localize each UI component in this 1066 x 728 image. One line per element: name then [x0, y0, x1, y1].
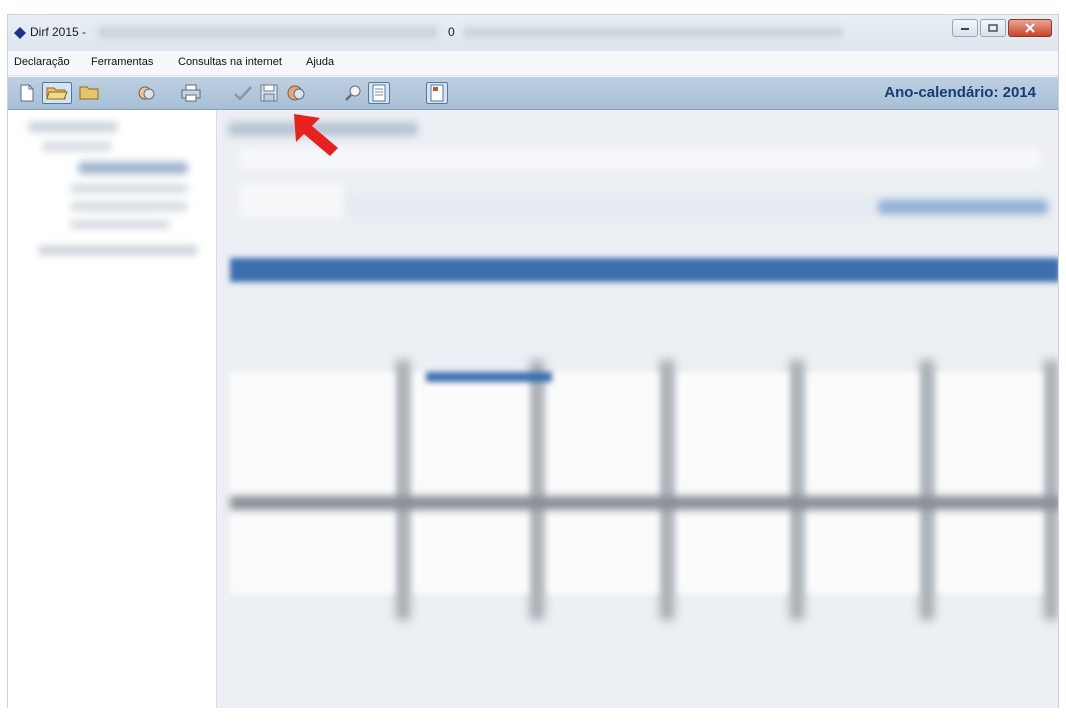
menu-ajuda[interactable]: Ajuda — [306, 56, 334, 68]
table-column-separator — [1044, 360, 1058, 620]
receipt-button[interactable] — [426, 82, 448, 104]
window-title-suffix: 0 — [448, 25, 455, 39]
close-icon — [1025, 23, 1035, 33]
search-button[interactable] — [342, 82, 364, 104]
blurred-tree-item — [38, 246, 198, 255]
maximize-button[interactable] — [980, 19, 1006, 37]
print-icon — [181, 84, 201, 102]
save-icon — [260, 84, 278, 102]
table-column — [938, 372, 1042, 594]
menu-consultas[interactable]: Consultas na internet — [178, 56, 282, 68]
red-arrow-icon — [294, 114, 338, 156]
save-button[interactable] — [258, 82, 280, 104]
blurred-form-row — [240, 148, 1040, 170]
minimize-icon — [961, 28, 969, 30]
table-column-separator — [530, 360, 544, 620]
blurred-tree-item — [70, 220, 170, 229]
app-logo-icon — [14, 27, 26, 39]
table-column-separator — [790, 360, 804, 620]
blurred-table-footer — [230, 496, 1058, 510]
document-button[interactable] — [368, 82, 390, 104]
table-column-separator — [396, 360, 410, 620]
verify-button[interactable] — [232, 82, 254, 104]
ano-calendario-label: Ano-calendário: 2014 — [884, 84, 1036, 101]
copy-icon — [138, 86, 155, 100]
main-content — [218, 110, 1058, 721]
check-icon — [234, 86, 252, 101]
transmit-button[interactable] — [286, 82, 308, 104]
open-button[interactable] — [42, 82, 72, 104]
table-column — [414, 372, 528, 594]
blurred-form-row — [240, 184, 344, 218]
blurred-buttons — [878, 200, 1048, 214]
table-column — [548, 372, 658, 594]
toolbar: Ano-calendário: 2014 — [8, 77, 1058, 110]
window-title: Dirf 2015 - — [30, 25, 87, 39]
blurred-table-header — [230, 258, 1058, 282]
blurred-tree-item — [28, 122, 118, 132]
receipt-icon — [430, 84, 444, 102]
menu-ferramentas[interactable]: Ferramentas — [91, 56, 153, 68]
folder-button[interactable] — [78, 82, 100, 104]
blurred-tree-item — [42, 142, 112, 151]
document-icon — [372, 84, 386, 102]
copy-button[interactable] — [136, 82, 158, 104]
maximize-icon — [988, 24, 998, 32]
blurred-tree-item-selected — [78, 162, 188, 174]
print-button[interactable] — [180, 82, 202, 104]
blurred-tree-item — [70, 184, 188, 193]
menu-declaracao[interactable]: Declaração — [14, 56, 70, 68]
app-window: Dirf 2015 - 0 Declaração Ferramentas Con… — [7, 14, 1059, 722]
table-column — [230, 372, 394, 594]
navigation-tree — [8, 110, 217, 721]
new-file-icon — [20, 84, 34, 102]
table-column — [678, 372, 788, 594]
minimize-button[interactable] — [952, 19, 978, 37]
folder-icon — [79, 86, 99, 100]
status-area — [0, 708, 1066, 728]
transmit-icon — [287, 85, 305, 101]
table-column-separator — [660, 360, 674, 620]
blurred-title-extra — [463, 27, 843, 38]
close-button[interactable] — [1008, 19, 1052, 37]
blurred-selected-cell — [426, 372, 552, 382]
blurred-title — [98, 26, 438, 39]
new-button[interactable] — [16, 82, 38, 104]
table-column — [808, 372, 918, 594]
menu-bar: Declaração Ferramentas Consultas na inte… — [8, 51, 1058, 76]
title-bar: Dirf 2015 - 0 — [8, 15, 1058, 51]
window-controls — [952, 19, 1052, 37]
blurred-tree-item — [70, 202, 188, 211]
search-icon — [345, 85, 361, 101]
open-folder-icon — [46, 87, 68, 100]
table-column-separator — [920, 360, 934, 620]
